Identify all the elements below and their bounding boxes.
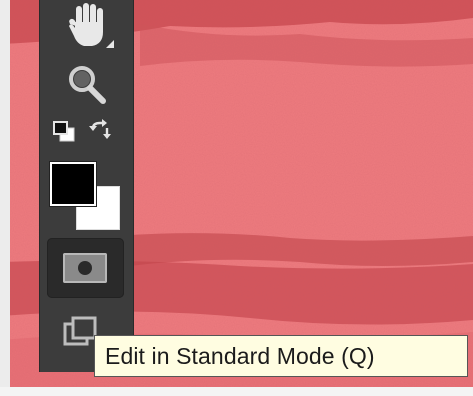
hand-icon[interactable]	[62, 2, 120, 52]
foreground-color-swatch[interactable]	[50, 162, 96, 206]
window-left-border	[0, 0, 10, 396]
window-bottom-border	[0, 387, 473, 396]
tooltip-text: Edit in Standard Mode (Q)	[105, 342, 375, 369]
quick-mask-dot	[78, 261, 92, 275]
quick-mask-icon	[63, 253, 107, 283]
color-swatches	[48, 160, 124, 234]
zoom-icon[interactable]	[64, 62, 112, 108]
quick-mask-button[interactable]	[47, 238, 124, 298]
swap-colors-icon[interactable]	[88, 118, 114, 144]
default-colors-icon[interactable]	[52, 120, 78, 144]
tooltip: Edit in Standard Mode (Q)	[94, 335, 468, 377]
